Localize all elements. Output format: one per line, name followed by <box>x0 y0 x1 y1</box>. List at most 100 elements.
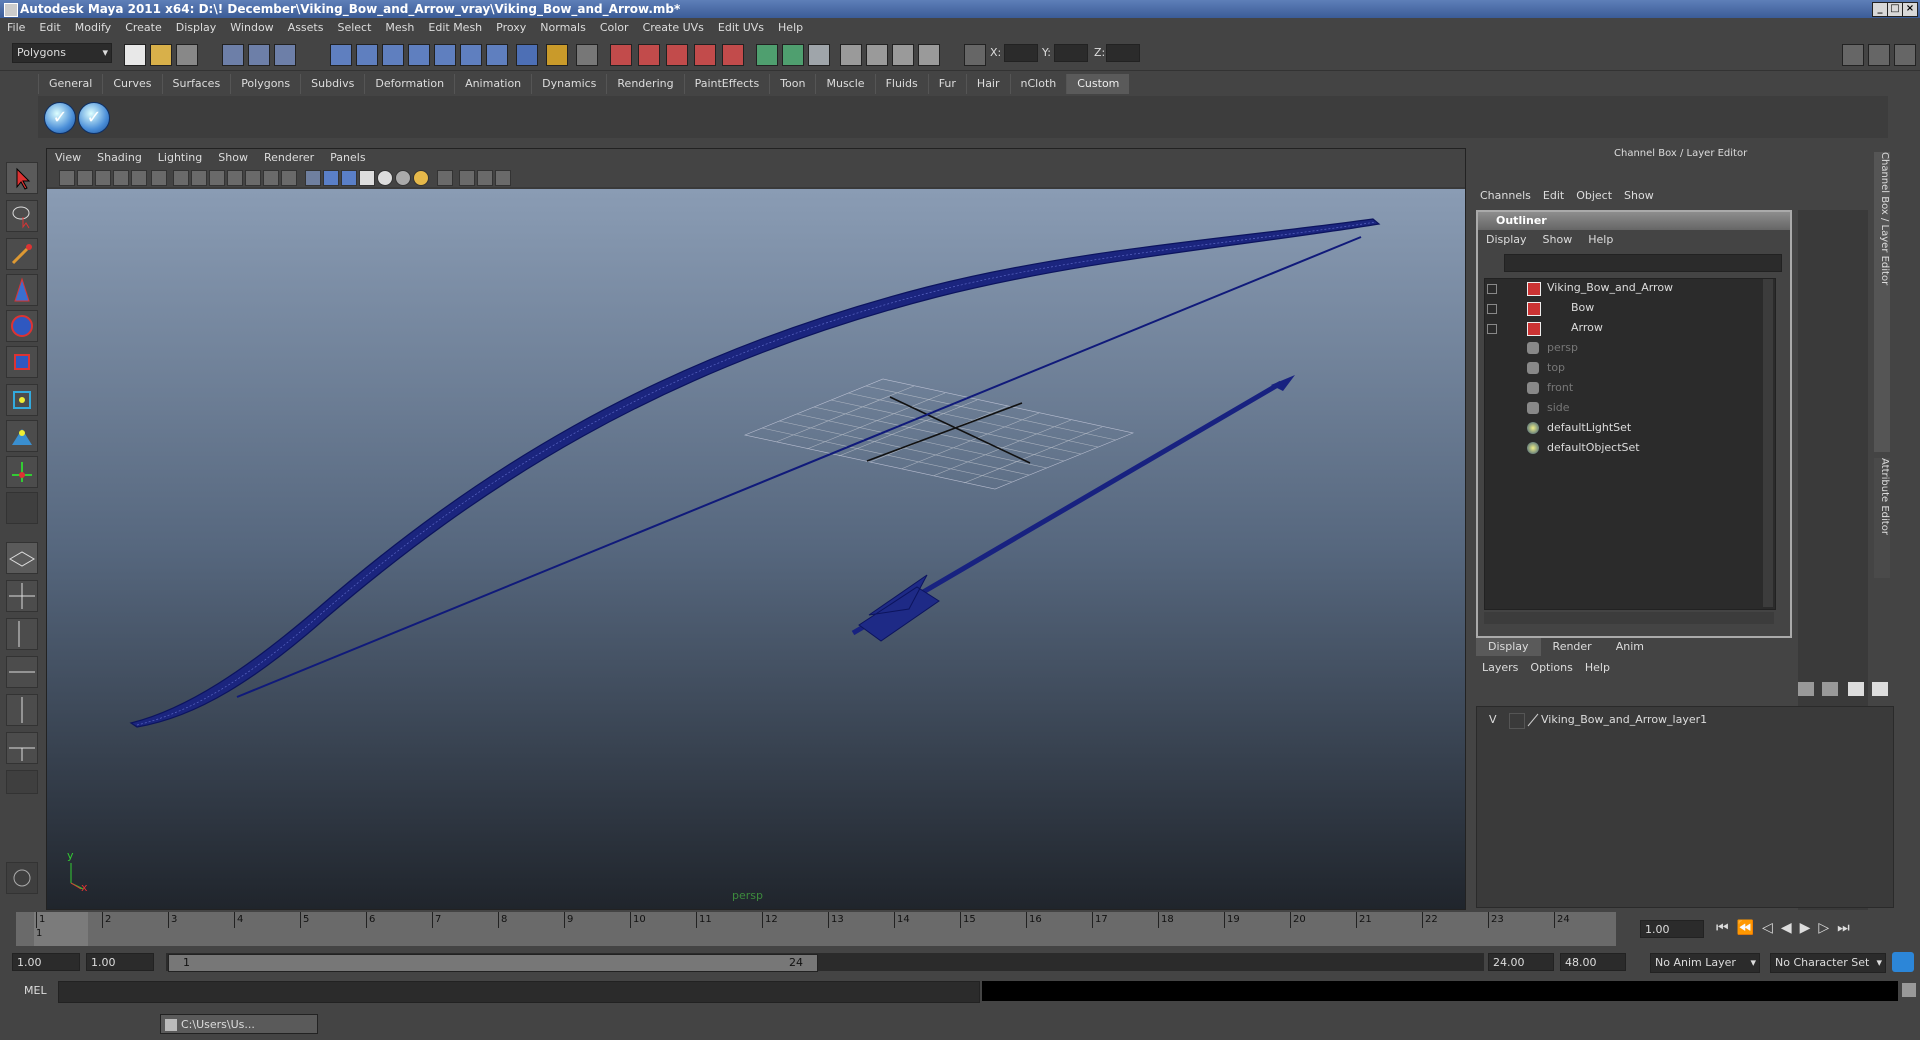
save-scene-icon[interactable] <box>176 44 198 66</box>
image-plane-icon[interactable] <box>113 170 129 186</box>
shelf-tab-general[interactable]: General <box>38 74 102 94</box>
layer-tab-display[interactable]: Display <box>1476 638 1541 656</box>
checkmark-shelf-icon-2[interactable]: ✓ <box>78 102 110 134</box>
perspective-viewport[interactable]: View Shading Lighting Show Renderer Panels <box>46 148 1466 910</box>
command-input[interactable] <box>58 981 980 1003</box>
shelf-tab-animation[interactable]: Animation <box>454 74 531 94</box>
menu-edit-uvs[interactable]: Edit UVs <box>711 18 771 38</box>
collapse-icon[interactable] <box>1487 284 1497 294</box>
outliner-filter-field[interactable] <box>1504 254 1782 272</box>
outliner-item-top[interactable]: top <box>1485 359 1755 377</box>
layer-menu-options[interactable]: Options <box>1524 660 1578 676</box>
step-forward-key-icon[interactable]: ▷ <box>1818 920 1837 936</box>
outliner-item-bow[interactable]: Bow <box>1485 299 1755 317</box>
lock-icon[interactable] <box>546 44 568 66</box>
shelf-tab-hair[interactable]: Hair <box>965 74 1010 94</box>
side-tab-channel-box[interactable]: Channel Box / Layer Editor <box>1874 152 1890 452</box>
anim-layer-dropdown[interactable]: No Anim Layer ▾ <box>1650 953 1760 973</box>
snap-curve-icon[interactable] <box>356 44 378 66</box>
input-output-icon[interactable] <box>576 44 598 66</box>
shelf-tab-custom[interactable]: Custom <box>1066 74 1130 94</box>
viewport-menu-show[interactable]: Show <box>210 149 256 167</box>
scale-tool-icon[interactable] <box>6 346 38 378</box>
paint-select-tool-icon[interactable] <box>6 238 38 270</box>
move-layer-up-icon[interactable] <box>1798 682 1814 696</box>
menu-create-uvs[interactable]: Create UVs <box>636 18 711 38</box>
create-layer-from-selected-icon[interactable] <box>1872 682 1888 696</box>
render-settings-icon[interactable] <box>808 44 830 66</box>
go-to-start-icon[interactable]: ⏮ <box>1716 920 1737 936</box>
y-field[interactable] <box>1054 44 1088 62</box>
playback-end-field[interactable]: 24.00 <box>1488 953 1554 971</box>
resolution-gate-icon[interactable] <box>209 170 225 186</box>
outliner-menu-help[interactable]: Help <box>1580 232 1621 248</box>
xray-icon[interactable] <box>459 170 475 186</box>
move-tool-icon[interactable] <box>6 274 38 306</box>
help-question-icon[interactable] <box>516 44 538 66</box>
step-back-icon[interactable]: ⏪ <box>1737 920 1762 936</box>
shelf-tab-ncloth[interactable]: nCloth <box>1009 74 1067 94</box>
single-perspective-layout-icon[interactable] <box>6 542 38 574</box>
layer-color-swatch[interactable] <box>1527 713 1539 727</box>
grid-toggle-icon[interactable] <box>173 170 189 186</box>
outliner-window[interactable]: Outliner Display Show Help Viking_Bow_and_… <box>1476 210 1792 638</box>
backface-culling-icon[interactable] <box>495 170 511 186</box>
character-set-dropdown[interactable]: No Character Set ▾ <box>1770 953 1886 973</box>
script-editor-icon[interactable] <box>1902 983 1916 997</box>
layer-display-type-toggle[interactable] <box>1509 713 1525 729</box>
rotate-tool-icon[interactable] <box>6 310 38 342</box>
render-current-icon[interactable] <box>756 44 778 66</box>
outliner-item-viking-bow-and-arrow[interactable]: Viking_Bow_and_Arrow <box>1485 279 1755 297</box>
channel-box-menu-channels[interactable]: Channels <box>1474 188 1537 204</box>
menu-modify[interactable]: Modify <box>68 18 118 38</box>
menu-file[interactable]: File <box>0 18 32 38</box>
outliner-item-front[interactable]: front <box>1485 379 1755 397</box>
move-layer-down-icon[interactable] <box>1822 682 1838 696</box>
checkmark-shelf-icon[interactable]: ✓ <box>44 102 76 134</box>
shelf-tab-deformation[interactable]: Deformation <box>364 74 454 94</box>
viewport-menu-renderer[interactable]: Renderer <box>256 149 322 167</box>
side-tab-attribute-editor[interactable]: Attribute Editor <box>1874 458 1890 578</box>
outliner-menu-show[interactable]: Show <box>1535 232 1581 248</box>
layer-tab-render[interactable]: Render <box>1541 638 1604 656</box>
shelf-tab-fur[interactable]: Fur <box>927 74 966 94</box>
outliner-vertical-scrollbar[interactable] <box>1763 279 1773 607</box>
batch-render-icon[interactable] <box>892 44 914 66</box>
layer-visibility-toggle[interactable]: V <box>1489 711 1497 729</box>
persp-graph-layout-icon[interactable] <box>6 656 38 688</box>
absolute-transform-icon[interactable] <box>964 44 986 66</box>
wireframe-on-shaded-icon[interactable] <box>341 170 357 186</box>
hypershade-icon[interactable] <box>840 44 862 66</box>
select-object-icon[interactable] <box>248 44 270 66</box>
range-slider-handle[interactable]: 1 24 <box>168 954 818 972</box>
soft-modification-icon[interactable] <box>6 420 38 452</box>
layer-list[interactable]: V Viking_Bow_and_Arrow_layer1 <box>1476 706 1894 908</box>
step-back-key-icon[interactable]: ◁ <box>1762 920 1781 936</box>
expand-icon[interactable] <box>1487 304 1497 314</box>
expand-icon[interactable] <box>1487 324 1497 334</box>
shelf-tab-dynamics[interactable]: Dynamics <box>531 74 606 94</box>
shadows-icon[interactable] <box>395 170 411 186</box>
shelf-tab-surfaces[interactable]: Surfaces <box>161 74 231 94</box>
animation-start-field[interactable]: 1.00 <box>12 953 80 971</box>
history-icon[interactable] <box>486 44 508 66</box>
animation-end-field[interactable]: 48.00 <box>1560 953 1626 971</box>
menu-create[interactable]: Create <box>118 18 169 38</box>
auto-key-icon[interactable] <box>1892 952 1914 972</box>
outliner-list[interactable]: Viking_Bow_and_Arrow Bow Arrow persp top… <box>1484 278 1776 610</box>
outliner-item-arrow[interactable]: Arrow <box>1485 319 1755 337</box>
x-field[interactable] <box>1004 44 1038 62</box>
menu-select[interactable]: Select <box>330 18 378 38</box>
layer-tab-anim[interactable]: Anim <box>1604 638 1656 656</box>
viewport-menu-lighting[interactable]: Lighting <box>150 149 210 167</box>
maximize-button[interactable]: □ <box>1887 2 1903 17</box>
two-d-pan-zoom-icon[interactable] <box>131 170 147 186</box>
grease-pencil-icon[interactable] <box>151 170 167 186</box>
viewport-menu-shading[interactable]: Shading <box>89 149 150 167</box>
last-tool-slot-icon[interactable] <box>6 492 38 524</box>
isolate-select-icon[interactable] <box>437 170 453 186</box>
menu-assets[interactable]: Assets <box>281 18 331 38</box>
select-hierarchy-icon[interactable] <box>222 44 244 66</box>
menu-help[interactable]: Help <box>771 18 810 38</box>
channel-box-menu-object[interactable]: Object <box>1570 188 1618 204</box>
